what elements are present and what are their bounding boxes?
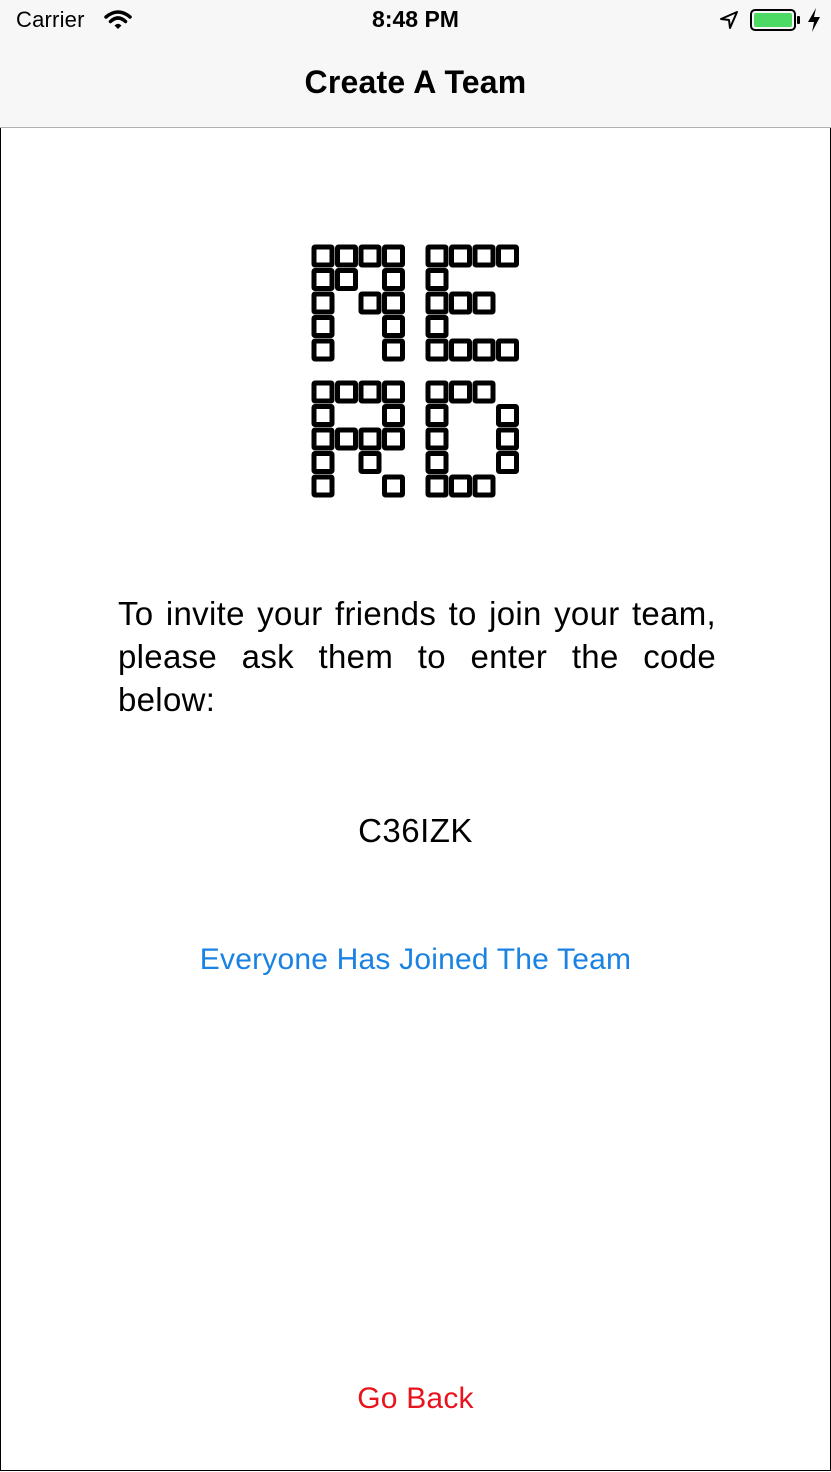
- page-title: Create A Team: [304, 64, 527, 100]
- logo-cell: [311, 380, 335, 404]
- everyone-joined-button[interactable]: Everyone Has Joined The Team: [0, 943, 831, 977]
- logo-cell: [472, 474, 496, 498]
- logo-cell: [449, 338, 472, 362]
- logo-cell: [425, 427, 449, 451]
- invite-instructions: To invite your friends to join your team…: [118, 595, 716, 718]
- logo-cell: [382, 380, 405, 404]
- logo-cell: [311, 474, 335, 498]
- logo-cell: [382, 244, 405, 268]
- navigation-bar: Create A Team: [0, 40, 831, 128]
- logo-cell: [358, 451, 382, 474]
- logo-cell: [311, 451, 335, 474]
- logo-cell: [358, 291, 382, 315]
- logo-cell: [335, 380, 358, 404]
- logo-cell: [425, 291, 449, 315]
- logo-cell: [425, 404, 449, 427]
- logo-cell: [425, 268, 449, 291]
- logo-cell: [311, 244, 335, 268]
- logo-cell: [358, 380, 382, 404]
- logo-cell: [335, 244, 358, 268]
- logo-cell: [472, 380, 496, 404]
- nerd-logo: [311, 244, 519, 498]
- logo-cell: [425, 315, 449, 338]
- logo-cell: [382, 268, 405, 291]
- logo-letter-r: [311, 380, 405, 498]
- logo-cell: [382, 315, 405, 338]
- go-back-button[interactable]: Go Back: [0, 1382, 831, 1416]
- logo-cell: [382, 338, 405, 362]
- screen-frame: [0, 0, 831, 1471]
- logo-cell: [311, 404, 335, 427]
- logo-cell: [335, 268, 358, 291]
- logo-cell: [449, 474, 472, 498]
- logo-cell: [425, 474, 449, 498]
- logo-cell: [382, 427, 405, 451]
- logo-cell: [382, 291, 405, 315]
- battery-icon: [750, 9, 800, 31]
- logo-cell: [311, 338, 335, 362]
- logo-cell: [425, 380, 449, 404]
- logo-cell: [358, 244, 382, 268]
- logo-cell: [496, 338, 519, 362]
- logo-cell: [425, 244, 449, 268]
- logo-letter-n: [311, 244, 405, 362]
- logo-letter-e: [425, 244, 519, 362]
- logo-cell: [496, 404, 519, 427]
- logo-cell: [472, 244, 496, 268]
- logo-cell: [311, 427, 335, 451]
- logo-cell: [496, 244, 519, 268]
- logo-cell: [472, 338, 496, 362]
- status-bar: Carrier 8:48 PM: [0, 0, 831, 40]
- logo-cell: [425, 338, 449, 362]
- logo-cell: [358, 427, 382, 451]
- logo-letter-d: [425, 380, 519, 498]
- logo-cell: [449, 380, 472, 404]
- clock: 8:48 PM: [372, 6, 459, 32]
- logo-cell: [449, 291, 472, 315]
- charging-icon: [808, 8, 820, 32]
- logo-cell: [382, 474, 405, 498]
- logo-cell: [472, 291, 496, 315]
- logo-cell: [425, 451, 449, 474]
- logo-cell: [311, 268, 335, 291]
- logo-cell: [496, 451, 519, 474]
- logo-cell: [335, 427, 358, 451]
- location-icon: [720, 11, 738, 29]
- logo-cell: [311, 315, 335, 338]
- logo-cell: [382, 404, 405, 427]
- logo-cell: [449, 244, 472, 268]
- logo-cell: [311, 291, 335, 315]
- team-code: C36IZK: [358, 812, 473, 849]
- logo-cell: [496, 427, 519, 451]
